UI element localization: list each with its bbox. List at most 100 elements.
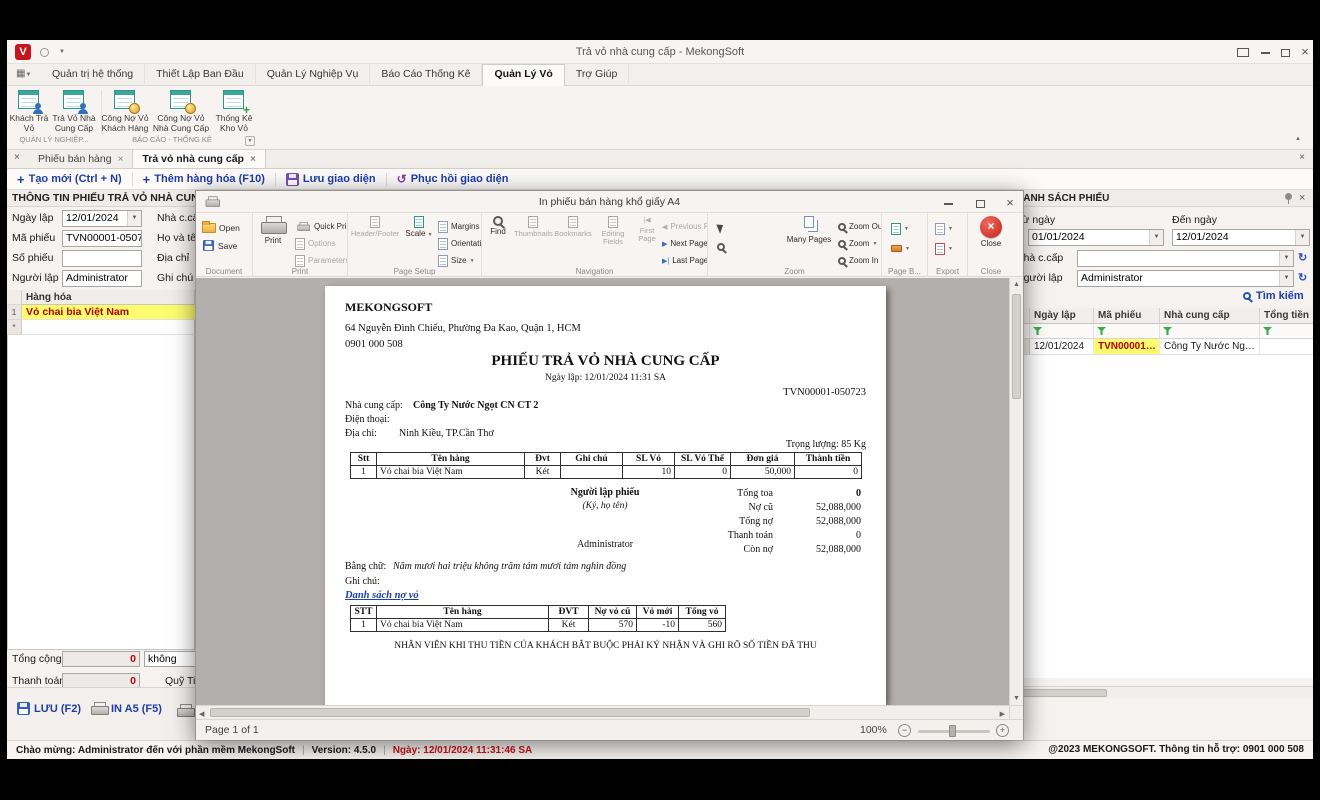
open-button[interactable]: Open <box>202 220 240 235</box>
pin-icon[interactable] <box>1285 193 1292 200</box>
zoom-out-button[interactable]: Zoom Out <box>838 219 882 234</box>
list-cell[interactable]: 12/01/2024 <box>1030 339 1094 355</box>
print-a5-button[interactable]: IN A5 (F5) <box>91 702 162 715</box>
next-page-button[interactable]: ▶Next Page <box>662 236 708 251</box>
scroll-down-icon[interactable]: ▼ <box>1010 695 1023 702</box>
column-header[interactable]: Tổng tiền <box>1260 308 1313 324</box>
close-tab-icon[interactable]: × <box>250 154 256 165</box>
list-cell[interactable]: TVN00001-050723 <box>1094 339 1160 355</box>
ribbon-button[interactable]: + Thống Kê Kho Vỏ <box>211 86 257 133</box>
scroll-left-icon[interactable]: ◀ <box>199 710 204 718</box>
voucher-number-field[interactable] <box>62 250 142 267</box>
creator-filter-combo[interactable]: Administrator▼ <box>1077 270 1294 287</box>
parameters-button[interactable]: Parameters <box>295 253 348 268</box>
scroll-up-icon[interactable]: ▲ <box>1010 281 1023 288</box>
maximize-icon[interactable] <box>1275 40 1295 64</box>
bookmarks-button[interactable]: Bookmarks <box>554 216 592 238</box>
close-tab-icon[interactable]: × <box>118 154 124 165</box>
save-button[interactable]: LƯU (F2) <box>17 702 81 715</box>
horizontal-scrollbar[interactable]: ◀ ▶ <box>196 705 1023 719</box>
page-color-button[interactable]: ▼ <box>891 221 909 236</box>
list-cell[interactable] <box>1260 339 1313 355</box>
chevron-down-icon[interactable]: ▼ <box>1279 271 1293 286</box>
ribbon-button[interactable]: Công Nợ Vỏ Nhà Cung Cấp <box>151 86 211 133</box>
find-button[interactable]: Find <box>484 216 512 237</box>
send-email-button[interactable]: ▼ <box>935 241 953 256</box>
ribbon-collapse-icon[interactable]: ▲ <box>1295 136 1301 142</box>
scrollbar-thumb[interactable] <box>1012 294 1021 399</box>
print-button[interactable] <box>177 702 193 720</box>
ribbon-tab-active[interactable]: Quản Lý Vỏ <box>482 64 564 86</box>
add-item-button[interactable]: +Thêm hàng hóa (F10) <box>133 169 275 189</box>
zoom-out-icon[interactable]: − <box>898 724 911 737</box>
refresh-icon[interactable]: ↻ <box>1298 251 1307 264</box>
list-cell[interactable]: Công Ty Nước Ngọt CN CT 2 <box>1160 339 1260 355</box>
many-pages-button[interactable]: Many Pages <box>782 216 836 245</box>
watermark-button[interactable]: ▼ <box>891 241 910 256</box>
ribbon-tab[interactable]: Thiết Lập Ban Đầu <box>145 64 256 86</box>
ribbon-button[interactable]: Khách Trả Vỏ <box>9 86 49 133</box>
previous-page-button[interactable]: ◀Previous Page <box>662 219 708 234</box>
size-button[interactable]: Size▼ <box>438 253 475 268</box>
creator-field[interactable]: Administrator <box>62 270 142 287</box>
doc-tab[interactable]: Phiếu bán hàng× <box>29 150 133 168</box>
scrollbar-thumb[interactable] <box>210 708 810 717</box>
grid-cell[interactable]: Vỏ chai bia Việt Nam <box>22 305 195 320</box>
new-button[interactable]: +Tạo mới (Ctrl + N) <box>7 169 132 189</box>
dialog-close-icon[interactable]: × <box>997 191 1023 212</box>
payment-type-field[interactable]: không <box>144 651 195 667</box>
first-page-button[interactable]: |◀ First Page <box>634 216 660 243</box>
scale-button[interactable]: Scale ▼ <box>402 216 436 239</box>
grid-cell-empty[interactable] <box>22 320 195 335</box>
header-footer-button[interactable]: Header/Footer <box>350 216 400 238</box>
fullscreen-icon[interactable] <box>1233 40 1253 64</box>
options-button[interactable]: Options <box>295 236 336 251</box>
grid-column-header[interactable]: Hàng hóa <box>22 290 195 305</box>
filter-cell[interactable] <box>1160 324 1260 339</box>
from-date-combo[interactable]: 01/01/2024▼ <box>1028 229 1164 246</box>
column-header[interactable]: Mã phiếu <box>1094 308 1160 324</box>
refresh-icon[interactable]: ↻ <box>1298 271 1307 284</box>
chevron-down-icon[interactable]: ▼ <box>1279 251 1293 266</box>
vertical-scrollbar[interactable]: ▲ ▼ <box>1009 278 1023 705</box>
ribbon-tab[interactable]: Quản trị hệ thống <box>41 64 145 86</box>
filter-cell[interactable] <box>1260 324 1313 339</box>
minimize-icon[interactable] <box>1255 40 1275 64</box>
dialog-minimize-icon[interactable] <box>933 191 963 212</box>
margins-button[interactable]: Margins▼ <box>438 219 482 234</box>
zoom-button[interactable]: Zoom▼ <box>838 236 877 251</box>
date-created-combo[interactable]: 12/01/2024▼ <box>62 210 142 227</box>
search-button[interactable]: Tìm kiếm <box>1243 290 1304 302</box>
column-header[interactable]: Ngày lập <box>1030 308 1094 324</box>
scroll-right-icon[interactable]: ▶ <box>1000 710 1005 718</box>
save-button[interactable]: Save <box>202 238 237 253</box>
to-date-combo[interactable]: 12/01/2024▼ <box>1172 229 1310 246</box>
tabbar-close-icon[interactable]: × <box>1299 152 1305 163</box>
restore-layout-button[interactable]: ↺Phục hồi giao diện <box>387 169 519 189</box>
ribbon-tab[interactable]: Báo Cáo Thống Kê <box>370 64 482 86</box>
ribbon-button[interactable]: Công Nợ Vỏ Khách Hàng <box>99 86 151 133</box>
scrollbar-thumb[interactable] <box>1017 689 1107 697</box>
zoom-in-button[interactable]: Zoom In <box>838 253 878 268</box>
zoom-area-button[interactable] <box>717 239 725 254</box>
chevron-down-icon[interactable]: ▼ <box>1295 230 1309 245</box>
close-preview-button[interactable]: × Close <box>968 216 1014 249</box>
chevron-down-icon[interactable]: ▼ <box>1149 230 1163 245</box>
pointer-tool-button[interactable] <box>718 220 724 235</box>
orientation-button[interactable]: Orientation▼ <box>438 236 482 251</box>
group-dialog-launcher-icon[interactable]: ▼ <box>245 136 255 146</box>
chevron-down-icon[interactable]: ▼ <box>127 211 141 226</box>
print-button[interactable]: Print <box>255 216 291 246</box>
ribbon-tab[interactable]: Quản Lý Nghiệp Vụ <box>256 64 371 86</box>
supplier-filter-combo[interactable]: ▼ <box>1077 250 1294 267</box>
horizontal-scrollbar[interactable] <box>1015 686 1313 698</box>
quick-print-button[interactable]: Quick Print <box>295 219 348 234</box>
filter-cell[interactable] <box>1030 324 1094 339</box>
voucher-code-field[interactable]: TVN00001-050723 <box>62 230 142 247</box>
close-panel-icon[interactable]: × <box>1299 190 1305 207</box>
doc-tab-active[interactable]: Trả vỏ nhà cung cấp× <box>133 150 265 168</box>
thumbnails-button[interactable]: Thumbnails <box>514 216 552 238</box>
ribbon-button[interactable]: Trả Vỏ Nhà Cung Cấp <box>49 86 99 133</box>
editing-fields-button[interactable]: Editing Fields <box>594 216 632 247</box>
ribbon-menu-icon[interactable]: ▦▼ <box>16 68 31 79</box>
